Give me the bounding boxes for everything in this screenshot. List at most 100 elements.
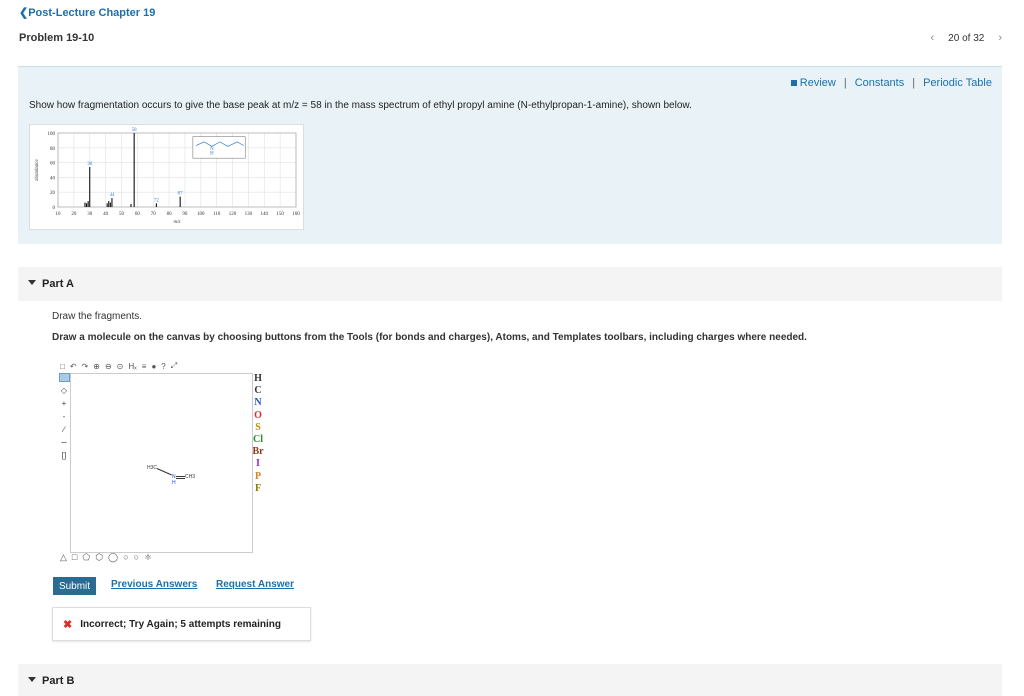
feedback-text: Incorrect; Try Again; 5 attempts remaini… — [80, 618, 282, 630]
plus-charge-icon[interactable]: + — [62, 399, 67, 408]
prev-problem-icon[interactable]: ‹ — [931, 32, 935, 44]
atom-button-i[interactable]: I — [256, 458, 260, 470]
help-icon[interactable]: ? — [161, 362, 165, 371]
problem-position: 20 of 32 — [948, 32, 985, 44]
back-link[interactable]: ❮Post-Lecture Chapter 19 — [19, 6, 155, 19]
caret-down-icon — [28, 280, 36, 285]
part-a-header[interactable]: Part A — [18, 267, 1002, 301]
feedback-box: ✖ Incorrect; Try Again; 5 attempts remai… — [52, 607, 311, 641]
x-tick-label: 160 — [292, 212, 300, 217]
y-tick-label: 20 — [50, 191, 56, 196]
templates-toolbar: △ □ ⬠ ⬡ ◯ ○ ○ ⚛ — [60, 552, 152, 563]
atoms-toolbar: H C N O S Cl Br I P F — [251, 373, 265, 495]
part-a-instructions: Draw a molecule on the canvas by choosin… — [52, 332, 807, 343]
chevron-left-icon: ❮ — [19, 7, 29, 19]
x-tick-label: 60 — [135, 212, 141, 217]
y-tick-label: 40 — [50, 176, 56, 181]
bond-double-upper[interactable] — [176, 476, 185, 477]
atom-h3c[interactable]: H3C — [147, 465, 157, 471]
atom-button-h[interactable]: H — [254, 373, 262, 385]
link-separator: | — [843, 77, 847, 89]
bond-tool-icon[interactable]: ∕ — [63, 425, 64, 434]
atom-button-p[interactable]: P — [255, 471, 261, 483]
template-library-icon[interactable]: ⚛ — [144, 552, 152, 563]
new-icon[interactable]: □ — [60, 362, 65, 371]
text-icon[interactable]: ≡ — [142, 362, 147, 371]
x-tick-label: 80 — [167, 212, 173, 217]
x-tick-label: 40 — [103, 212, 109, 217]
atom-button-cl[interactable]: Cl — [253, 434, 263, 446]
peak-label: 44 — [109, 193, 115, 198]
expand-icon[interactable]: ⤢ — [171, 361, 177, 371]
heptagon-template-icon[interactable]: ◯ — [108, 552, 118, 563]
atom-button-o[interactable]: O — [254, 410, 262, 422]
problem-title: Problem 19-10 — [19, 32, 95, 44]
bond-double-lower[interactable] — [176, 478, 185, 479]
y-tick-label: 60 — [50, 162, 56, 167]
structure-inset — [192, 136, 246, 159]
link-separator: | — [912, 77, 916, 89]
zoom-in-icon[interactable]: ⊕ — [93, 362, 100, 371]
molecule-editor: □ ↶ ↷ ⊕ ⊖ ⊙ Hₓ ≡ ●? ⤢ ◇ + - ∕ ∽ [] H3C N H CH3 HC… — [58, 361, 266, 566]
triangle-template-icon[interactable]: △ — [60, 552, 67, 563]
mass-spectrum-chart: 10 20 30 40 50 60 70 80 90 100 110 120 130 140 150 160 0… — [29, 124, 304, 230]
octagon-template-icon[interactable]: ○ — [123, 552, 128, 563]
x-tick-label: 150 — [276, 212, 284, 217]
select-tool-icon[interactable] — [58, 373, 70, 382]
y-tick-label: 100 — [48, 132, 56, 137]
part-a-prompt: Draw the fragments. — [52, 311, 143, 322]
y-axis-label: abundance — [35, 159, 40, 181]
minus-charge-icon[interactable]: - — [63, 412, 66, 421]
constants-link[interactable]: Constants — [855, 77, 905, 89]
periodic-table-link[interactable]: Periodic Table — [923, 77, 992, 89]
atom-button-c[interactable]: C — [254, 385, 261, 397]
benzene-template-icon[interactable]: ○ — [134, 552, 139, 563]
x-tick-label: 50 — [119, 212, 125, 217]
part-b-header[interactable]: Part B — [18, 664, 1002, 696]
atom-ch3[interactable]: CH3 — [185, 474, 195, 480]
x-tick-label: 30 — [87, 212, 93, 217]
problem-intro: Review | Constants | Periodic Table Show… — [18, 66, 1002, 244]
x-tick-label: 130 — [245, 212, 253, 217]
zoom-reset-icon[interactable]: ⊙ — [117, 362, 124, 371]
next-problem-icon[interactable]: › — [998, 32, 1002, 44]
pentagon-template-icon[interactable]: ⬠ — [82, 552, 90, 563]
review-icon — [790, 80, 797, 86]
atom-nh[interactable]: H — [172, 480, 176, 486]
resource-links: Review | Constants | Periodic Table — [790, 77, 992, 89]
bond-single[interactable] — [156, 468, 172, 476]
y-tick-label: 80 — [50, 147, 56, 152]
atom-button-s[interactable]: S — [255, 422, 261, 434]
hexagon-template-icon[interactable]: ⬡ — [95, 552, 103, 563]
chain-tool-icon[interactable]: ∽ — [61, 438, 68, 447]
x-tick-label: 100 — [197, 212, 205, 217]
mass-spectrum-svg: 10 20 30 40 50 60 70 80 90 100 110 120 130 140 150 160 0… — [35, 128, 300, 225]
review-link[interactable]: Review — [790, 77, 836, 89]
caret-down-icon — [28, 677, 36, 682]
x-axis-label: m/z — [174, 220, 181, 225]
structure-h-label: H — [210, 151, 214, 156]
editor-left-toolbar: ◇ + - ∕ ∽ [] — [58, 373, 70, 460]
x-tick-label: 10 — [56, 212, 62, 217]
undo-icon[interactable]: ↶ — [70, 362, 77, 371]
atom-button-n[interactable]: N — [254, 397, 261, 409]
atom-button-br[interactable]: Br — [252, 446, 263, 458]
x-tick-label: 90 — [182, 212, 188, 217]
request-answer-link[interactable]: Request Answer — [216, 579, 294, 590]
drawing-canvas[interactable]: H3C N H CH3 — [70, 373, 253, 553]
zoom-out-icon[interactable]: ⊖ — [105, 362, 112, 371]
eraser-icon[interactable]: ◇ — [61, 386, 67, 395]
y-tick-label: 0 — [53, 206, 56, 211]
close-icon: ✖ — [63, 618, 73, 631]
info-icon[interactable]: ● — [151, 362, 156, 371]
redo-icon[interactable]: ↷ — [82, 362, 89, 371]
square-template-icon[interactable]: □ — [72, 552, 77, 563]
bracket-tool-icon[interactable]: [] — [62, 451, 66, 460]
x-tick-label: 110 — [213, 212, 221, 217]
submit-button[interactable]: Submit — [53, 577, 96, 595]
editor-top-toolbar: □ ↶ ↷ ⊕ ⊖ ⊙ Hₓ ≡ ●? ⤢ — [60, 361, 177, 371]
hs-icon[interactable]: Hₓ — [128, 362, 136, 371]
previous-answers-link[interactable]: Previous Answers — [111, 579, 197, 590]
x-tick-label: 20 — [71, 212, 77, 217]
atom-button-f[interactable]: F — [255, 483, 261, 495]
